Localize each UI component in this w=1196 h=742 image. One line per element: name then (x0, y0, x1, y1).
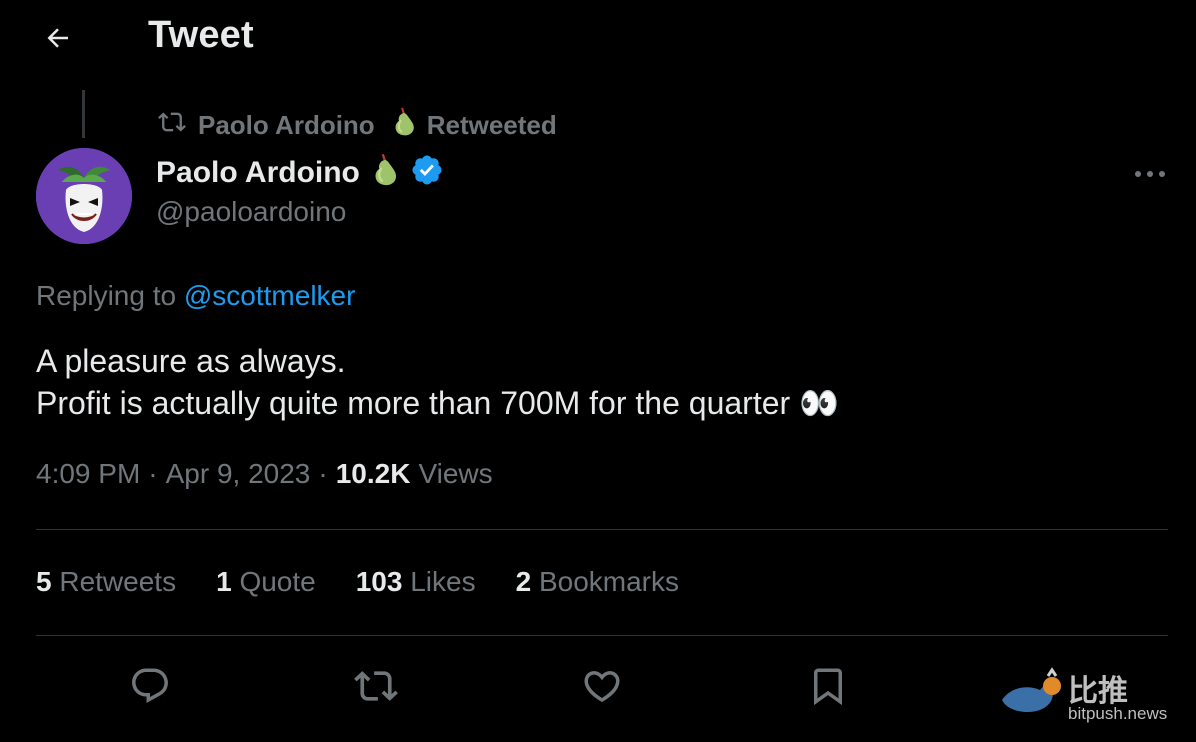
author-row[interactable]: Paolo Ardoino (156, 152, 444, 193)
retweeter-name[interactable]: Paolo Ardoino (198, 110, 375, 141)
mention-link[interactable]: @scottmelker (184, 280, 356, 311)
divider (36, 635, 1168, 636)
page-title: Tweet (148, 14, 254, 56)
tweet-stats: 5 Retweets 1 Quote 103 Likes 2 Bookmarks (36, 566, 679, 598)
views-count: 10.2K (335, 458, 411, 489)
meta-separator: · (318, 458, 328, 489)
watermark-logo: 比推 bitpush.news (996, 662, 1186, 732)
tweet-text: A pleasure as always. Profit is actually… (36, 343, 839, 421)
tweet-date[interactable]: Apr 9, 2023 (166, 458, 311, 490)
views-label: Views (418, 458, 493, 489)
tweet-time[interactable]: 4:09 PM (36, 458, 140, 490)
retweeted-by[interactable]: Paolo Ardoino Retweeted (156, 106, 557, 145)
author-handle[interactable]: @paoloardoino (156, 196, 346, 228)
watermark-url: bitpush.news (1068, 704, 1168, 723)
stat-likes[interactable]: 103 Likes (356, 566, 476, 598)
retweeted-label: Retweeted (426, 110, 557, 140)
reply-icon[interactable] (124, 660, 176, 712)
thread-line (82, 90, 85, 138)
avatar[interactable] (36, 148, 132, 244)
more-options-icon[interactable] (1128, 158, 1172, 190)
tweet-meta: 4:09 PM · Apr 9, 2023 · 10.2K Views (36, 458, 493, 490)
author-name[interactable]: Paolo Ardoino (156, 156, 360, 190)
retweet-small-icon (156, 108, 188, 143)
stat-quotes[interactable]: 1 Quote (216, 566, 316, 598)
back-arrow-icon[interactable] (38, 20, 78, 56)
bookmark-icon[interactable] (802, 660, 854, 712)
pear-icon (368, 152, 402, 193)
replying-to: Replying to @scottmelker (36, 280, 355, 312)
stat-bookmarks[interactable]: 2 Bookmarks (516, 566, 679, 598)
like-icon[interactable] (576, 660, 628, 712)
verified-badge-icon[interactable] (410, 153, 444, 192)
stat-retweets[interactable]: 5 Retweets (36, 566, 176, 598)
divider (36, 529, 1168, 530)
replying-prefix: Replying to (36, 280, 177, 311)
pear-icon (389, 106, 419, 145)
retweet-icon[interactable] (350, 660, 402, 712)
meta-separator: · (148, 458, 158, 489)
